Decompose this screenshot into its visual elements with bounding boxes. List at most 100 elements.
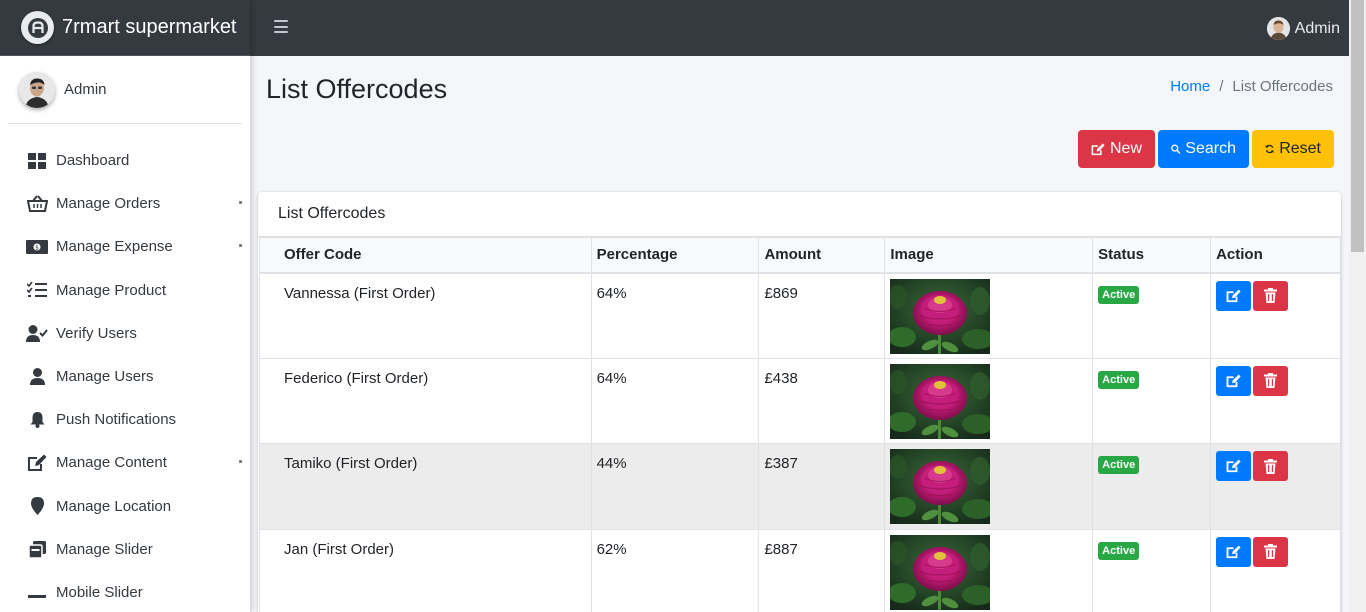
offer-image <box>890 535 990 610</box>
edit-row-button[interactable] <box>1216 451 1252 481</box>
chevron-left-icon <box>239 244 242 248</box>
delete-row-button[interactable] <box>1253 451 1289 481</box>
status-cell: Active <box>1092 357 1212 444</box>
sidebar: 7rmart supermarket Admin Dashboard Manag… <box>0 0 250 612</box>
trash-icon <box>1264 544 1278 559</box>
sync-icon <box>1265 144 1274 154</box>
offer-code-cell: Vannessa (First Order) <box>259 272 592 359</box>
card-title: List Offercodes <box>258 192 1341 237</box>
basket-icon <box>26 194 48 214</box>
sidebar-item-manage-slider[interactable]: Manage Slider <box>0 528 250 571</box>
column-header-amount: Amount <box>758 237 886 274</box>
slider-icon <box>26 539 48 559</box>
status-badge: Active <box>1098 370 1140 389</box>
sidebar-item-manage-orders[interactable]: Manage Orders <box>0 182 250 225</box>
status-badge: Active <box>1098 285 1140 304</box>
top-navbar: Admin <box>250 0 1350 56</box>
sidebar-item-mobile-slider[interactable]: Mobile Slider <box>0 571 250 612</box>
sidebar-item-label: Verify Users <box>56 324 137 342</box>
sidebar-item-push-notifications[interactable]: Push Notifications <box>0 398 250 441</box>
edit-row-button[interactable] <box>1216 280 1252 311</box>
table-row: Jan (First Order) 62% £887 Active <box>259 528 1341 612</box>
trash-icon <box>1264 458 1278 474</box>
amount-cell: £438 <box>758 357 886 444</box>
sidebar-item-label: Manage Users <box>56 368 154 386</box>
brand-name: 7rmart supermarket <box>62 16 237 38</box>
sidebar-item-dashboard[interactable]: Dashboard <box>0 139 250 182</box>
breadcrumb: Home / List Offercodes <box>1170 78 1333 95</box>
bell-icon <box>26 410 48 430</box>
breadcrumb-current: List Offercodes <box>1232 78 1333 95</box>
column-header-status: Status <box>1092 237 1212 274</box>
table-header-row: Offer Code Percentage Amount Image Statu… <box>259 237 1341 274</box>
top-user-menu[interactable]: Admin <box>1266 17 1340 40</box>
percentage-cell: 64% <box>590 357 760 444</box>
sidebar-item-manage-location[interactable]: Manage Location <box>0 485 250 528</box>
money-icon: $ <box>26 237 48 257</box>
edit-icon <box>26 453 48 473</box>
status-cell: Active <box>1092 528 1212 612</box>
edit-row-button[interactable] <box>1216 536 1252 567</box>
edit-row-button[interactable] <box>1216 365 1252 396</box>
status-badge: Active <box>1098 541 1140 560</box>
sidebar-user-panel[interactable]: Admin <box>8 56 242 124</box>
chevron-left-icon <box>239 201 242 205</box>
column-header-percentage: Percentage <box>590 237 760 274</box>
delete-row-button[interactable] <box>1253 365 1289 396</box>
percentage-cell: 62% <box>590 528 760 612</box>
sidebar-item-manage-content[interactable]: Manage Content <box>0 441 250 484</box>
sidebar-item-verify-users[interactable]: Verify Users <box>0 312 250 355</box>
search-button[interactable]: Search <box>1158 130 1249 168</box>
sidebar-item-manage-users[interactable]: Manage Users <box>0 355 250 398</box>
column-header-action: Action <box>1210 237 1341 274</box>
sidebar-item-manage-expense[interactable]: $ Manage Expense <box>0 225 250 268</box>
reset-button-label: Reset <box>1279 140 1321 157</box>
sidebar-item-label: Manage Orders <box>56 195 161 213</box>
tasks-icon <box>26 280 48 300</box>
search-button-label: Search <box>1185 140 1236 157</box>
status-cell: Active <box>1092 272 1212 359</box>
amount-cell: £869 <box>758 272 886 359</box>
menu-toggle-icon[interactable] <box>274 20 288 34</box>
offer-image <box>890 449 990 524</box>
action-cell <box>1210 528 1341 612</box>
sidebar-item-label: Manage Product <box>56 281 167 299</box>
status-badge: Active <box>1098 456 1140 474</box>
action-cell <box>1210 357 1341 444</box>
chevron-left-icon <box>239 460 242 464</box>
offer-image <box>890 279 990 354</box>
percentage-cell: 44% <box>590 443 760 530</box>
sidebar-item-manage-product[interactable]: Manage Product <box>0 269 250 312</box>
edit-icon <box>1226 289 1241 302</box>
svg-text:$: $ <box>35 244 39 251</box>
column-header-offer-code: Offer Code <box>259 237 592 274</box>
brand-link[interactable]: 7rmart supermarket <box>0 0 250 56</box>
reset-button[interactable]: Reset <box>1252 130 1334 168</box>
trash-icon <box>1264 288 1278 303</box>
minus-icon <box>26 582 48 602</box>
user-icon <box>26 367 48 387</box>
status-cell: Active <box>1092 443 1212 530</box>
breadcrumb-home-link[interactable]: Home <box>1170 78 1210 95</box>
image-cell <box>884 443 1094 530</box>
sidebar-item-label: Push Notifications <box>56 411 177 429</box>
new-button[interactable]: New <box>1078 130 1155 168</box>
dashboard-icon <box>26 151 48 171</box>
amount-cell: £387 <box>758 443 886 530</box>
sidebar-item-label: Mobile Slider <box>56 583 143 601</box>
sidebar-item-label: Manage Expense <box>56 238 173 256</box>
scrollbar-thumb[interactable] <box>1351 0 1364 252</box>
main-content: List Offercodes Home / List Offercodes N… <box>250 56 1349 612</box>
delete-row-button[interactable] <box>1253 280 1289 311</box>
brand-logo-icon <box>21 11 54 44</box>
page-scrollbar[interactable] <box>1349 0 1366 612</box>
sidebar-user-name[interactable]: Admin <box>64 81 107 98</box>
search-icon <box>1171 144 1181 154</box>
offercodes-card: List Offercodes Offer Code Percentage Am… <box>258 192 1341 612</box>
sidebar-item-label: Manage Location <box>56 497 172 515</box>
offer-code-cell: Tamiko (First Order) <box>259 443 592 530</box>
sidebar-item-label: Manage Content <box>56 454 167 472</box>
table-row: Federico (First Order) 64% £438 Active <box>259 357 1341 444</box>
column-header-image: Image <box>884 237 1094 274</box>
delete-row-button[interactable] <box>1253 536 1289 567</box>
